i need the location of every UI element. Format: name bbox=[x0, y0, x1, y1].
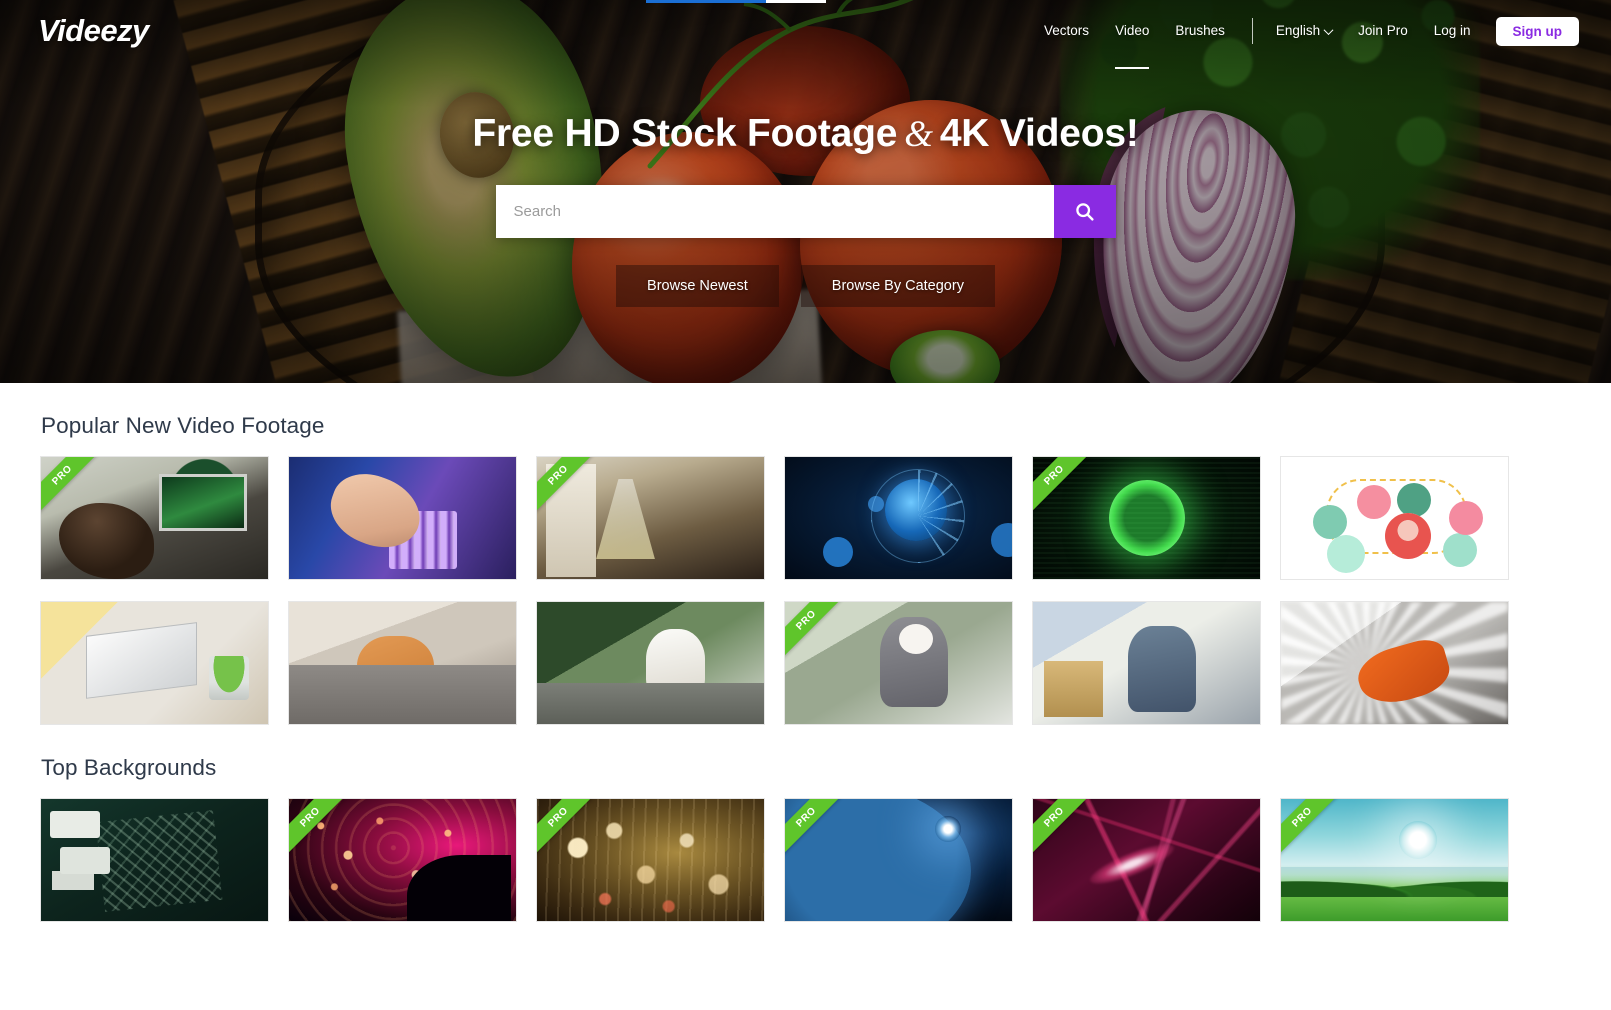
video-card[interactable] bbox=[40, 798, 269, 922]
language-label: English bbox=[1275, 23, 1321, 38]
video-card[interactable]: PRO bbox=[1280, 798, 1509, 922]
hero-headline: Free HD Stock Footage & 4K Videos! bbox=[472, 112, 1139, 156]
hero-action-buttons: Browse Newest Browse By Category bbox=[616, 265, 995, 307]
hero-search-bar bbox=[495, 185, 1116, 238]
video-thumbnail bbox=[41, 799, 268, 921]
page-load-progress-bar bbox=[0, 0, 1611, 4]
video-card[interactable] bbox=[288, 456, 517, 580]
video-thumbnail bbox=[1281, 457, 1508, 579]
site-logo[interactable]: Videezy bbox=[38, 13, 149, 49]
browse-newest-button[interactable]: Browse Newest bbox=[616, 265, 779, 307]
video-card[interactable]: PRO bbox=[536, 456, 765, 580]
language-selector[interactable]: English bbox=[1263, 15, 1345, 47]
video-card[interactable]: PRO bbox=[1032, 798, 1261, 922]
nav-link-vectors[interactable]: Vectors bbox=[1031, 15, 1102, 47]
video-thumbnail bbox=[1281, 602, 1508, 724]
hero-headline-part1: Free HD Stock Footage bbox=[472, 112, 898, 155]
load-progress-fill-trail bbox=[766, 0, 826, 3]
search-submit-button[interactable] bbox=[1053, 185, 1116, 238]
video-thumbnail bbox=[1033, 602, 1260, 724]
hero-headline-part2: 4K Videos! bbox=[939, 112, 1139, 155]
section-title-top-backgrounds: Top Backgrounds bbox=[41, 755, 217, 780]
video-card[interactable] bbox=[1280, 601, 1509, 725]
video-thumbnail bbox=[289, 457, 516, 579]
video-card[interactable]: PRO bbox=[784, 601, 1013, 725]
nav-link-log-in[interactable]: Log in bbox=[1421, 15, 1484, 47]
hero-banner: Videezy Vectors Video Brushes English Jo… bbox=[0, 0, 1611, 383]
video-thumbnail bbox=[289, 602, 516, 724]
video-card[interactable] bbox=[784, 456, 1013, 580]
video-card[interactable] bbox=[536, 601, 765, 725]
nav-link-brushes[interactable]: Brushes bbox=[1162, 15, 1238, 47]
main-content: Popular New Video Footage PRO PRO PRO PRO T… bbox=[0, 413, 1611, 922]
nav-link-video[interactable]: Video bbox=[1102, 15, 1162, 69]
video-card[interactable] bbox=[1280, 456, 1509, 580]
search-icon bbox=[1076, 203, 1094, 221]
video-card[interactable]: PRO bbox=[288, 798, 517, 922]
sign-up-button[interactable]: Sign up bbox=[1495, 16, 1579, 46]
nav-link-join-pro[interactable]: Join Pro bbox=[1345, 15, 1421, 47]
video-footage-grid: PRO PRO PRO PRO bbox=[40, 456, 1571, 725]
video-thumbnail bbox=[785, 457, 1012, 579]
video-card[interactable]: PRO bbox=[1032, 456, 1261, 580]
nav-links-group: Vectors Video Brushes English Join Pro L… bbox=[1031, 15, 1579, 69]
top-backgrounds-grid: PRO PRO PRO PRO PRO bbox=[40, 798, 1571, 922]
video-card[interactable] bbox=[1032, 601, 1261, 725]
search-input[interactable] bbox=[495, 185, 1054, 238]
video-card[interactable]: PRO bbox=[536, 798, 765, 922]
video-thumbnail bbox=[537, 602, 764, 724]
video-card[interactable] bbox=[40, 601, 269, 725]
video-card[interactable] bbox=[288, 601, 517, 725]
section-title-popular-new-video-footage: Popular New Video Footage bbox=[41, 413, 325, 438]
top-navigation-bar: Videezy Vectors Video Brushes English Jo… bbox=[0, 0, 1611, 69]
video-card[interactable]: PRO bbox=[40, 456, 269, 580]
browse-by-category-button[interactable]: Browse By Category bbox=[800, 265, 995, 307]
nav-divider bbox=[1251, 18, 1253, 44]
load-progress-fill bbox=[646, 0, 766, 3]
chevron-down-icon bbox=[1323, 24, 1334, 35]
video-card[interactable]: PRO bbox=[784, 798, 1013, 922]
video-thumbnail bbox=[41, 602, 268, 724]
hero-headline-ampersand: & bbox=[904, 114, 933, 155]
